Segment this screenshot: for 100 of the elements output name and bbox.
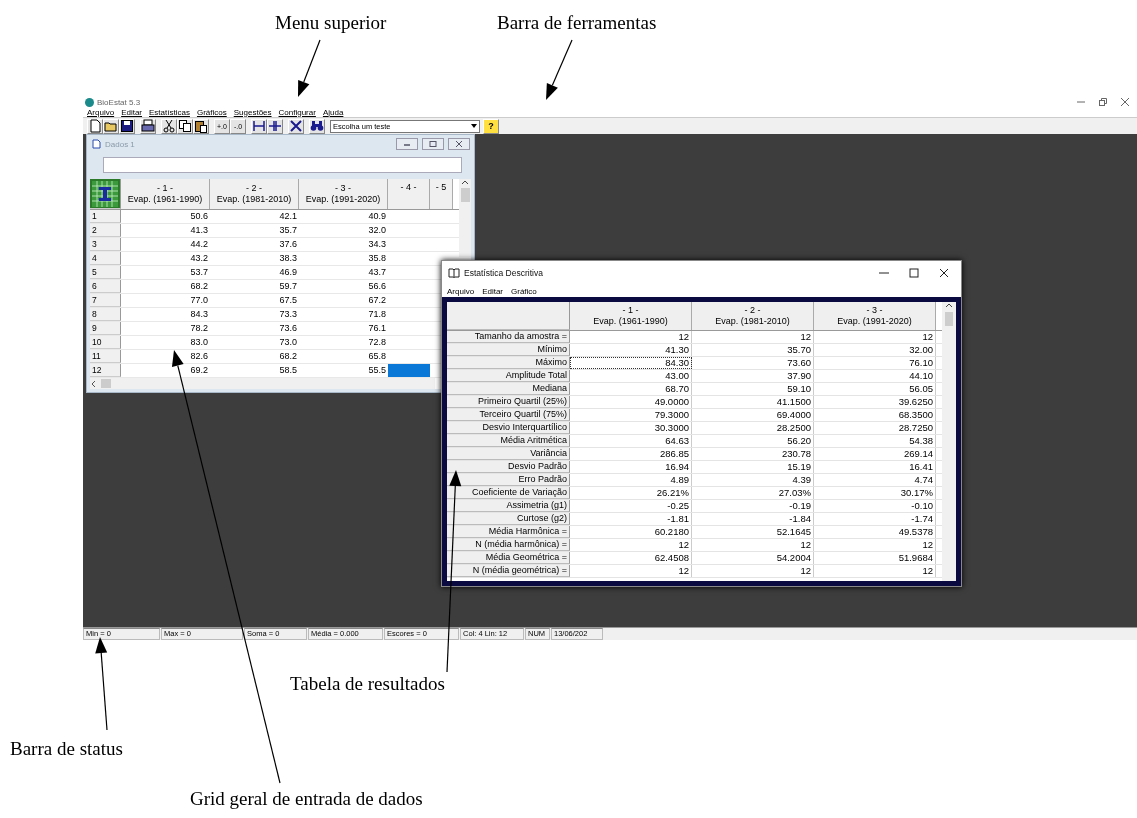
row-header[interactable]: 8	[90, 308, 121, 321]
vertical-scrollbar[interactable]	[942, 302, 956, 581]
row-label: Erro Padrão	[447, 474, 570, 486]
table-cell: 28.7250	[814, 422, 936, 434]
menu-item[interactable]: Gráfico	[511, 286, 537, 296]
row-header[interactable]: 6	[90, 280, 121, 293]
toolbar-button[interactable]	[251, 118, 267, 134]
column-header[interactable]: - 2 - Evap. (1981-2010)	[210, 179, 299, 209]
table-cell-text: 72.8	[367, 336, 387, 349]
row-header[interactable]: 5	[90, 266, 121, 279]
row-header[interactable]: 2	[90, 224, 121, 237]
menu-item[interactable]: Editar	[121, 107, 143, 117]
toolbar-button[interactable]	[193, 118, 209, 134]
row-label: Média Harmônica =	[447, 526, 570, 538]
table-cell-text: 42.1	[278, 210, 298, 223]
row-label: Tamanho da amostra =	[447, 331, 570, 343]
scroll-thumb[interactable]	[101, 379, 111, 388]
row-label: Amplitude Total	[447, 370, 570, 382]
toolbar-button[interactable]	[140, 118, 156, 134]
close-icon	[455, 141, 463, 147]
toolbar-button[interactable]	[267, 118, 283, 134]
scroll-thumb[interactable]	[945, 312, 953, 326]
table-cell-text: 73.0	[278, 336, 298, 349]
table-cell: 12	[692, 539, 814, 551]
toolbar-button[interactable]	[288, 118, 304, 134]
table-cell: 32.00	[814, 344, 936, 356]
scroll-up-icon[interactable]	[945, 302, 953, 308]
scroll-thumb[interactable]	[460, 188, 470, 202]
formula-field[interactable]	[103, 157, 462, 173]
menu-item[interactable]: Sugestões	[233, 107, 272, 117]
table-cell-text: 71.8	[367, 308, 387, 321]
toolbar-button[interactable]	[87, 118, 103, 134]
table-cell: 12	[814, 539, 936, 551]
menu-item[interactable]: Configurar	[278, 107, 316, 117]
menu-item[interactable]: Ajuda	[322, 107, 344, 117]
table-cell: 12	[570, 331, 692, 343]
column-header[interactable]: - 1 - Evap. (1961-1990)	[121, 179, 210, 209]
table-cell-text: 83.0	[189, 336, 209, 349]
menu-item[interactable]: Gráficos	[196, 107, 227, 117]
minimize-button[interactable]	[396, 138, 418, 150]
table-cell-text: 69.2	[189, 364, 209, 377]
menu-item[interactable]: Arquivo	[447, 286, 475, 296]
table-cell-text: 73.3	[278, 308, 298, 321]
table-cell: -0.10	[814, 500, 936, 512]
column-header: - 3 - Evap. (1991-2020)	[814, 302, 936, 330]
close-icon[interactable]	[939, 268, 949, 278]
row-header[interactable]: 1	[90, 210, 121, 223]
row-label: N (média geométrica) =	[447, 565, 570, 577]
table-cell: 12	[814, 331, 936, 343]
document-icon	[91, 139, 101, 149]
table-cell-text: 53.7	[189, 266, 209, 279]
column-header[interactable]: - 3 - Evap. (1991-2020)	[299, 179, 388, 209]
row-header[interactable]: 10	[90, 336, 121, 349]
minimize-icon	[403, 141, 411, 147]
row-header[interactable]: 3	[90, 238, 121, 251]
maximize-icon[interactable]	[909, 268, 919, 278]
row-header[interactable]: 12	[90, 364, 121, 377]
restore-icon[interactable]	[1099, 98, 1107, 106]
scroll-up-icon[interactable]	[461, 179, 469, 185]
book-icon	[448, 268, 460, 278]
row-label: Curtose (g2)	[447, 513, 570, 525]
grid-icon[interactable]	[92, 180, 118, 207]
row-header[interactable]: 11	[90, 350, 121, 363]
table-cell-text: 40.9	[367, 210, 387, 223]
menu-item[interactable]: Estatísticas	[149, 107, 190, 117]
table-cell: 15.19	[692, 461, 814, 473]
horizontal-scrollbar[interactable]	[90, 378, 435, 389]
table-cell: 56.20	[692, 435, 814, 447]
window-title: Dados 1	[105, 139, 135, 149]
row-header[interactable]: 9	[90, 322, 121, 335]
scroll-left-icon[interactable]	[90, 379, 98, 388]
table-cell: 37.90	[692, 370, 814, 382]
table-cell-text: 68.2	[278, 350, 298, 363]
column-header[interactable]: - 5	[430, 179, 453, 209]
menu-item[interactable]: Editar	[482, 286, 504, 296]
table-cell-text: 77.0	[189, 294, 209, 307]
vertical-scrollbar[interactable]	[459, 179, 471, 257]
help-button[interactable]: ?	[483, 118, 499, 134]
column-header[interactable]: - 4 -	[388, 179, 430, 209]
row-label: Terceiro Quartil (75%)	[447, 409, 570, 421]
table-cell: 12	[814, 565, 936, 577]
table-cell-text: 50.6	[189, 210, 209, 223]
toolbar-button[interactable]	[119, 118, 135, 134]
toolbar-button[interactable]	[309, 118, 325, 134]
toolbar-button[interactable]	[161, 118, 177, 134]
toolbar-button[interactable]	[177, 118, 193, 134]
table-cell: 230.78	[692, 448, 814, 460]
row-label: Desvio Interquartílico	[447, 422, 570, 434]
column-width-icon	[252, 119, 266, 133]
row-header[interactable]: 4	[90, 252, 121, 265]
close-button[interactable]	[448, 138, 470, 150]
table-cell-text: 76.1	[367, 322, 387, 335]
maximize-button[interactable]	[422, 138, 444, 150]
table-cell-text: 82.6	[189, 350, 209, 363]
row-header[interactable]: 7	[90, 294, 121, 307]
table-cell: 44.10	[814, 370, 936, 382]
table-cell: 4.74	[814, 474, 936, 486]
table-cell: 30.3000	[570, 422, 692, 434]
save-icon	[120, 119, 134, 133]
menu-item[interactable]: Arquivo	[87, 107, 115, 117]
